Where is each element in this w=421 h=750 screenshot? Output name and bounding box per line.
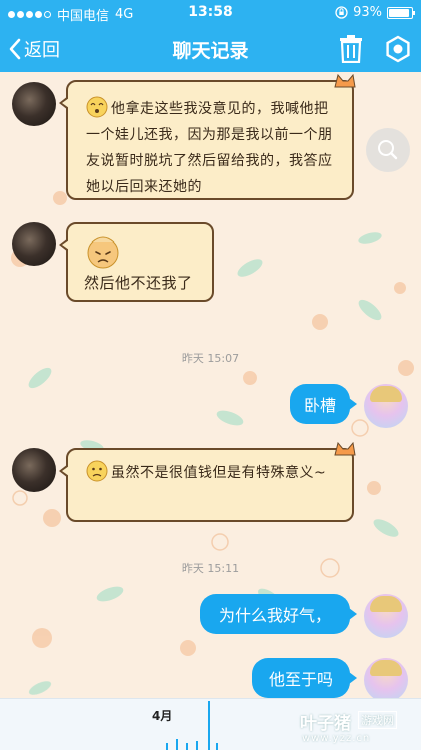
- back-label: 返回: [24, 40, 60, 61]
- cat-decoration-icon: [334, 442, 356, 456]
- message-text: 他至于吗: [268, 670, 333, 689]
- orientation-lock-icon: [335, 6, 348, 19]
- worried-emoji-icon: [86, 460, 108, 482]
- timeline-cursor[interactable]: [208, 701, 210, 750]
- message-text: 虽然不是很值钱但是有特殊意义~: [111, 465, 327, 481]
- message-bubble-self[interactable]: 他至于吗: [252, 658, 357, 698]
- timeline-tick: [166, 743, 168, 750]
- message-timestamp: 昨天 15:11: [181, 562, 240, 575]
- timeline-tick: [196, 741, 198, 750]
- avatar-self[interactable]: [364, 384, 408, 428]
- trash-icon[interactable]: [338, 35, 364, 63]
- watermark-logo: 叶子猪 游戏网 www.yzz.cn: [300, 707, 414, 747]
- timeline-tick: [186, 743, 188, 750]
- timeline-ticks[interactable]: [158, 729, 228, 750]
- message-bubble-self[interactable]: 卧槽: [290, 384, 357, 424]
- crying-emoji-icon: [87, 236, 119, 269]
- avatar-other[interactable]: [12, 448, 56, 492]
- chat-history[interactable]: 他拿走这些我没意见的，我喊他把一个娃儿还我，因为那是我以前一个朋友说暂时脱坑了然…: [0, 72, 421, 698]
- timeline-tick: [216, 743, 218, 750]
- avatar-self[interactable]: [364, 594, 408, 638]
- avatar-self[interactable]: [364, 658, 408, 698]
- message-bubble-self[interactable]: 为什么我好气，: [200, 594, 357, 634]
- search-icon: [378, 140, 398, 160]
- message-bubble-other[interactable]: 他拿走这些我没意见的，我喊他把一个娃儿还我，因为那是我以前一个朋友说暂时脱坑了然…: [59, 74, 356, 200]
- message-timestamp: 昨天 15:07: [181, 352, 240, 365]
- back-button[interactable]: 返回: [8, 36, 60, 62]
- timeline-month-label: 4月: [152, 709, 173, 723]
- timeline-tick: [176, 739, 178, 750]
- battery-percent: 93%: [353, 5, 382, 20]
- avatar-other[interactable]: [12, 82, 56, 126]
- settings-icon[interactable]: [384, 35, 412, 63]
- watermark-url: www.yzz.cn: [302, 733, 371, 744]
- watermark-title: 叶子猪: [300, 714, 351, 734]
- message-bubble-other[interactable]: 然后他不还我了: [59, 222, 214, 302]
- battery-icon: [387, 6, 415, 19]
- message-text: 然后他不还我了: [84, 274, 193, 292]
- message-bubble-other[interactable]: 虽然不是很值钱但是有特殊意义~: [59, 442, 356, 522]
- avatar-other[interactable]: [12, 222, 56, 266]
- dizzy-emoji-icon: [86, 96, 108, 118]
- nav-bar: 返回 聊天记录: [0, 26, 421, 72]
- message-text: 为什么我好气，: [218, 606, 331, 625]
- date-timeline[interactable]: 4月 叶子猪 游戏网 www.yzz.cn: [0, 698, 421, 750]
- search-button[interactable]: [366, 128, 410, 172]
- chevron-left-icon: [9, 38, 21, 60]
- watermark-box-label: 游戏网: [358, 711, 397, 729]
- cat-decoration-icon: [334, 74, 356, 88]
- status-bar: 中国电信 4G 13:58 93%: [0, 0, 421, 26]
- message-text: 卧槽: [303, 396, 336, 415]
- message-text: 他拿走这些我没意见的，我喊他把一个娃儿还我，因为那是我以前一个朋友说暂时脱坑了然…: [86, 101, 333, 195]
